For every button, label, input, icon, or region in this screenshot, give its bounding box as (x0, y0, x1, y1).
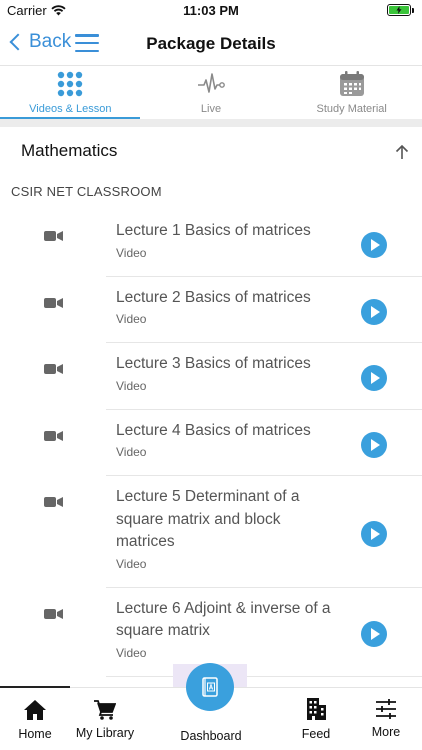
lecture-type: Video (116, 645, 147, 660)
play-icon[interactable] (361, 520, 387, 547)
lecture-row[interactable]: Lecture 4 Basics of matrices Video (0, 410, 422, 476)
bottom-tab-my-library[interactable]: My Library (70, 688, 140, 740)
status-bar: Carrier 11:03 PM (0, 0, 422, 22)
lecture-row[interactable]: Lecture 5 Determinant of a square matrix… (0, 476, 422, 588)
video-camera-icon (44, 430, 63, 441)
bottom-tab-dashboard[interactable]: Dashboard (170, 721, 252, 743)
row-divider (106, 675, 422, 677)
tab-study-material[interactable]: Study Material (281, 67, 422, 119)
home-icon (24, 700, 46, 720)
bottom-tab-label: Home (18, 727, 52, 741)
pulse-icon (197, 71, 225, 97)
calendar-icon (339, 71, 365, 97)
lecture-title: Lecture 3 Basics of matrices (116, 355, 311, 372)
lecture-text: Lecture 2 Basics of matrices Video (116, 287, 342, 327)
grid-dots-icon (57, 71, 83, 97)
video-camera-icon (44, 364, 63, 374)
lecture-row[interactable]: Lecture 1 Basics of matrices Video (0, 210, 422, 277)
bottom-tab-label: Dashboard (180, 729, 242, 743)
lecture-text: Lecture 4 Basics of matrices Video (116, 420, 342, 460)
play-icon[interactable] (361, 232, 387, 259)
building-icon (307, 698, 326, 720)
tab-label: Live (200, 103, 222, 115)
play-icon[interactable] (361, 621, 387, 647)
bottom-tab-label: My Library (75, 726, 135, 740)
arrow-up-icon[interactable] (394, 144, 410, 160)
lecture-title: Lecture 5 Determinant of a square matrix… (116, 488, 300, 550)
lecture-type: Video (116, 556, 147, 571)
lecture-text: Lecture 5 Determinant of a square matrix… (116, 486, 342, 571)
tab-videos-lesson[interactable]: Videos & Lesson (0, 67, 141, 119)
video-camera-icon (44, 608, 63, 619)
play-icon[interactable] (361, 365, 387, 392)
lecture-title: Lecture 6 Adjoint & inverse of a square … (116, 599, 331, 640)
lecture-row[interactable]: Lecture 3 Basics of matrices Video (0, 343, 422, 410)
section-title: Mathematics (21, 141, 118, 160)
lecture-text: Lecture 3 Basics of matrices Video (116, 353, 342, 393)
play-icon[interactable] (361, 431, 387, 458)
section-header[interactable]: Mathematics (0, 127, 422, 175)
nav-bar: Back Package Details (0, 22, 422, 66)
lecture-list: Lecture 1 Basics of matrices Video Lecture… (0, 210, 422, 677)
lecture-title: Lecture 2 Basics of matrices (116, 288, 311, 306)
bottom-tab-more[interactable]: More (362, 688, 410, 739)
lecture-text: Lecture 6 Adjoint & inverse of a square … (116, 598, 342, 660)
classroom-subheading: CSIR NET CLASSROOM (11, 184, 162, 199)
lecture-type: Video (116, 245, 147, 260)
lecture-type: Video (116, 312, 147, 326)
bottom-tab-feed[interactable]: Feed (290, 688, 342, 741)
lecture-text: Lecture 1 Basics of matrices Video (116, 220, 342, 260)
lecture-title: Lecture 1 Basics of matrices (116, 222, 311, 239)
dashboard-button[interactable] (186, 663, 234, 711)
lecture-row[interactable]: Lecture 2 Basics of matrices Video (0, 277, 422, 343)
video-camera-icon (44, 231, 63, 241)
content-tabs: Videos & Lesson Live Study Material (0, 67, 422, 119)
status-time: 11:03 PM (183, 3, 239, 18)
bottom-tab-label: More (371, 725, 401, 739)
lecture-type: Video (116, 445, 147, 459)
section-separator (0, 119, 422, 127)
battery-icon (387, 4, 411, 16)
tab-live[interactable]: Live (141, 67, 282, 119)
status-right (387, 4, 414, 16)
bottom-tab-home[interactable]: Home (10, 688, 60, 741)
play-icon[interactable] (361, 298, 387, 325)
video-camera-icon (44, 297, 63, 308)
tab-label: Study Material (316, 103, 387, 115)
sliders-icon (376, 699, 396, 719)
book-icon (202, 677, 218, 697)
lecture-type: Video (116, 378, 147, 393)
tab-label: Videos & Lesson (29, 103, 112, 115)
bottom-tab-label: Feed (301, 727, 331, 741)
video-camera-icon (44, 497, 63, 507)
lecture-title: Lecture 4 Basics of matrices (116, 421, 311, 439)
page-title: Package Details (146, 34, 276, 53)
cart-icon (94, 700, 116, 720)
